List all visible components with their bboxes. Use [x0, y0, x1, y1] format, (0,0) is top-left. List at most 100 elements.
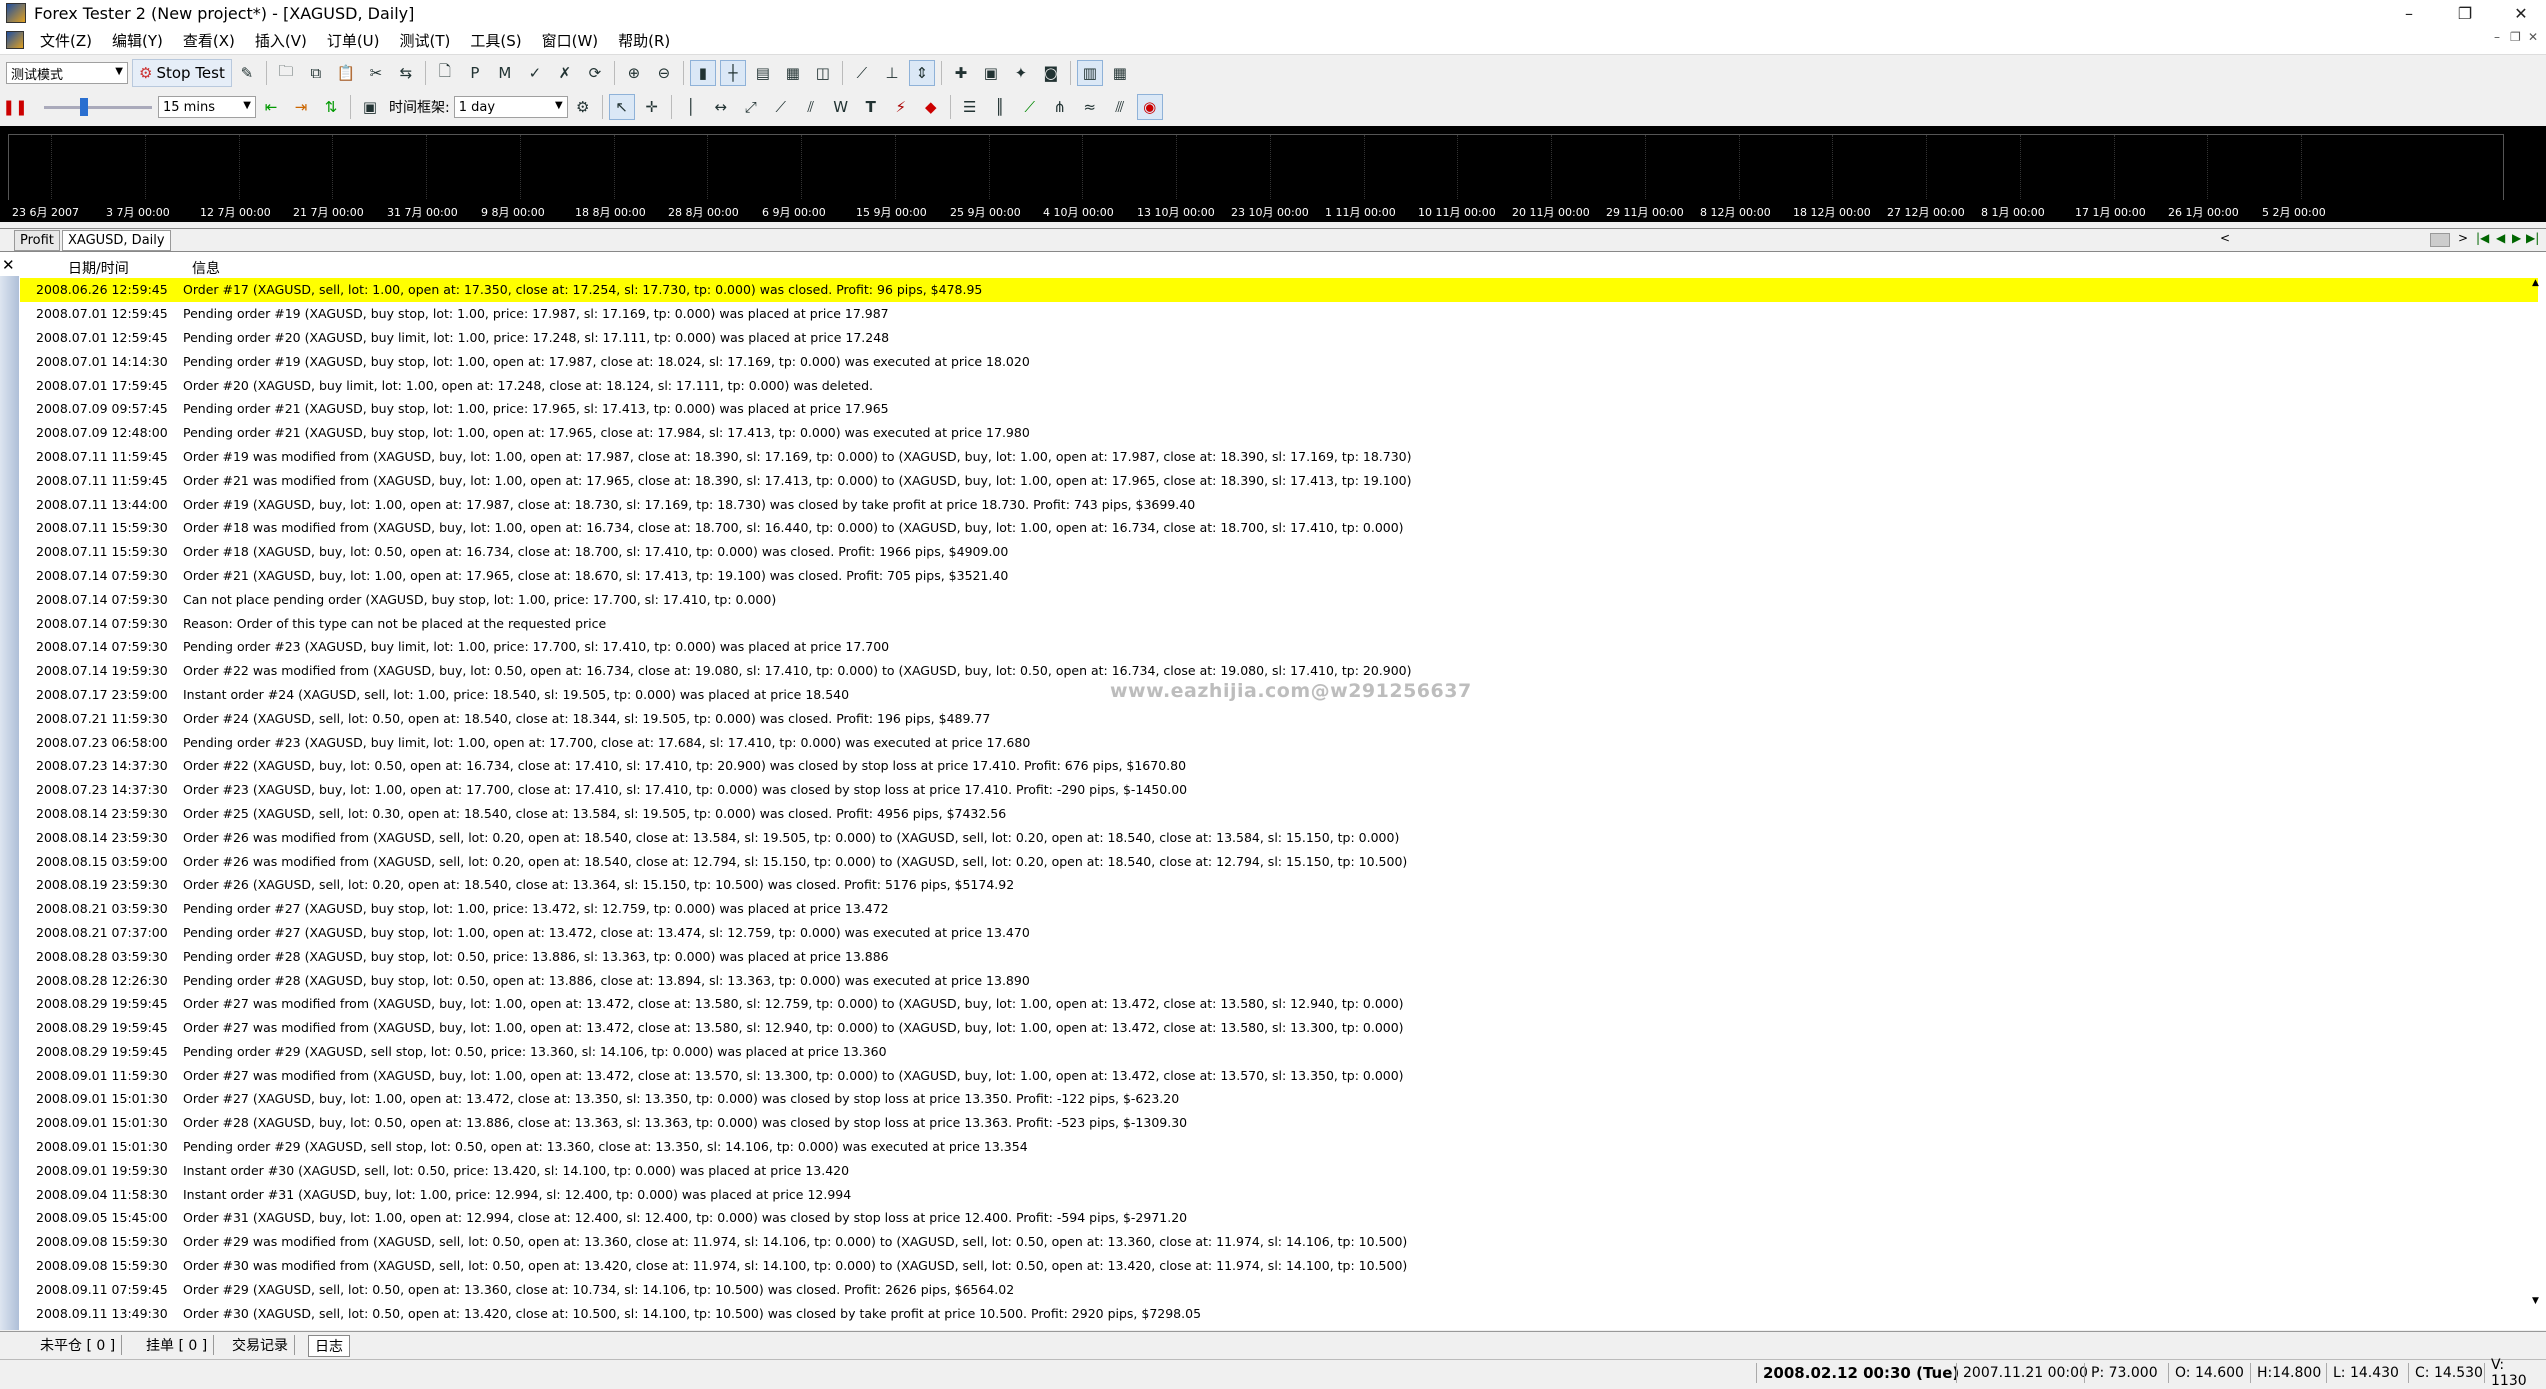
journal-row[interactable]: 2008.07.09 09:57:45 Pending order #21 (XA…: [20, 397, 2538, 421]
speed-slider-thumb[interactable]: [80, 98, 88, 116]
tab-trade-history[interactable]: 交易记录: [226, 1335, 295, 1355]
mdi-restore-button[interactable]: ❐: [2510, 30, 2521, 44]
mode-select[interactable]: 测试模式 ▼: [6, 62, 128, 84]
prev-tab-icon[interactable]: ◀: [2496, 231, 2505, 245]
refresh-icon[interactable]: ⟳: [582, 60, 608, 86]
new-document-icon[interactable]: 🗋: [432, 60, 458, 86]
bar-chart-icon[interactable]: ┼: [719, 60, 746, 86]
cursor-icon[interactable]: ↖: [608, 94, 635, 120]
journal-row[interactable]: 2008.09.01 19:59:30 Instant order #30 (XA…: [20, 1158, 2538, 1182]
print-icon[interactable]: P: [462, 60, 488, 86]
journal-row[interactable]: 2008.07.23 14:37:30 Order #23 (XAGUSD, bu…: [20, 778, 2538, 802]
settings-icon[interactable]: ⚙: [570, 94, 596, 120]
menu-help[interactable]: 帮助(R): [608, 30, 680, 51]
print-preview-icon[interactable]: M: [492, 60, 518, 86]
speed-slider[interactable]: [44, 98, 152, 116]
journal-row[interactable]: 2008.07.01 12:59:45 Pending order #20 (XA…: [20, 326, 2538, 350]
column-message[interactable]: 信息: [192, 258, 220, 278]
tab-profit[interactable]: Profit: [14, 230, 60, 251]
andrews-icon[interactable]: ≈: [1077, 94, 1103, 120]
journal-row[interactable]: 2008.07.14 07:59:30 Pending order #23 (XA…: [20, 635, 2538, 659]
journal-row[interactable]: 2008.09.05 15:45:00 Order #31 (XAGUSD, bu…: [20, 1206, 2538, 1230]
journal-row[interactable]: 2008.09.01 11:59:30 Order #27 was modifie…: [20, 1063, 2538, 1087]
move-icon[interactable]: ⇆: [393, 60, 419, 86]
screenshot-icon[interactable]: ◙: [1038, 60, 1064, 86]
regression-icon[interactable]: ⫻: [1107, 94, 1133, 120]
journal-row[interactable]: 2008.06.26 12:59:45 Order #17 (XAGUSD, se…: [20, 278, 2538, 302]
tab-journal[interactable]: 日志: [308, 1335, 350, 1357]
step-forward-icon[interactable]: ⇥: [288, 94, 314, 120]
paste-icon[interactable]: 📋: [333, 60, 359, 86]
menu-edit[interactable]: 编辑(Y): [102, 30, 173, 51]
journal-row[interactable]: 2008.08.19 23:59:30 Order #26 (XAGUSD, se…: [20, 873, 2538, 897]
journal-row[interactable]: 2008.07.23 14:37:30 Order #22 (XAGUSD, bu…: [20, 754, 2538, 778]
menu-order[interactable]: 订单(U): [317, 30, 390, 51]
journal-row[interactable]: 2008.07.09 12:48:00 Pending order #21 (XA…: [20, 421, 2538, 445]
restore-button[interactable]: ❐: [2442, 0, 2488, 26]
grid-icon[interactable]: ▦: [780, 60, 806, 86]
fibonacci-icon[interactable]: ⚡: [888, 94, 914, 120]
document-icon[interactable]: [6, 31, 24, 49]
mdi-close-button[interactable]: ✕: [2528, 30, 2538, 44]
gann-icon[interactable]: ⟋: [1017, 94, 1043, 120]
menu-tools[interactable]: 工具(S): [460, 30, 531, 51]
mdi-minimize-button[interactable]: –: [2494, 30, 2500, 44]
journal-row[interactable]: 2008.07.23 06:58:00 Pending order #23 (XA…: [20, 730, 2538, 754]
journal-row[interactable]: 2008.09.01 15:01:30 Pending order #29 (XA…: [20, 1135, 2538, 1159]
strategy-icon[interactable]: ✦: [1008, 60, 1034, 86]
chart-shift-icon[interactable]: ⊥: [879, 60, 905, 86]
menu-test[interactable]: 测试(T): [390, 30, 461, 51]
autoscroll-icon[interactable]: ⇕: [908, 60, 935, 86]
vertical-line-icon[interactable]: │: [678, 94, 704, 120]
journal-row[interactable]: 2008.08.28 03:59:30 Pending order #28 (XA…: [20, 944, 2538, 968]
vertical-lines-icon[interactable]: ║: [987, 94, 1013, 120]
copy-icon[interactable]: ⧉: [303, 60, 329, 86]
zoom-in-icon[interactable]: ⊕: [621, 60, 647, 86]
text-icon[interactable]: T: [858, 94, 884, 120]
journal-row[interactable]: 2008.09.01 15:01:30 Order #28 (XAGUSD, bu…: [20, 1111, 2538, 1135]
table-icon[interactable]: ▦: [1107, 60, 1133, 86]
journal-row[interactable]: 2008.07.11 13:44:00 Order #19 (XAGUSD, bu…: [20, 492, 2538, 516]
interval-select[interactable]: 15 mins ▼: [158, 96, 256, 118]
delete-icon[interactable]: ✗: [552, 60, 578, 86]
journal-row[interactable]: 2008.09.11 07:59:45 Order #29 (XAGUSD, se…: [20, 1277, 2538, 1301]
chart-horizontal-scrollbar[interactable]: < > |◀ ◀ ▶ ▶|: [2220, 231, 2540, 248]
journal-row[interactable]: 2008.07.01 14:14:30 Pending order #19 (XA…: [20, 349, 2538, 373]
journal-row[interactable]: 2008.09.08 15:59:30 Order #29 was modifie…: [20, 1230, 2538, 1254]
step-both-icon[interactable]: ⇅: [318, 94, 344, 120]
pitchfork-icon[interactable]: ⋔: [1047, 94, 1073, 120]
open-folder-icon[interactable]: 🗀: [273, 60, 299, 86]
templates-icon[interactable]: ▣: [978, 60, 1004, 86]
journal-row[interactable]: 2008.07.11 15:59:30 Order #18 (XAGUSD, bu…: [20, 540, 2538, 564]
add-indicator-icon[interactable]: ✚: [948, 60, 974, 86]
chart-up-icon[interactable]: ⟋: [849, 60, 875, 86]
news-icon[interactable]: ◉: [1136, 94, 1163, 120]
journal-row[interactable]: 2008.07.14 07:59:30 Reason: Order of this…: [20, 611, 2538, 635]
wave-icon[interactable]: W: [828, 94, 854, 120]
last-tab-icon[interactable]: ▶|: [2526, 231, 2539, 245]
journal-row[interactable]: 2008.07.01 17:59:45 Order #20 (XAGUSD, bu…: [20, 373, 2538, 397]
step-back-icon[interactable]: ⇤: [258, 94, 284, 120]
close-button[interactable]: ✕: [2498, 0, 2544, 26]
cut-icon[interactable]: ✂: [363, 60, 389, 86]
tab-pending-orders[interactable]: 挂单 [ 0 ]: [140, 1335, 215, 1355]
scroll-down-icon[interactable]: ▼: [2532, 1296, 2539, 1306]
crosshair-icon[interactable]: ✛: [639, 94, 665, 120]
journal-row[interactable]: 2008.09.08 15:59:30 Order #30 was modifie…: [20, 1254, 2538, 1278]
scroll-left-icon[interactable]: <: [2220, 231, 2230, 245]
stop-test-button[interactable]: ⚙ Stop Test: [132, 59, 232, 87]
journal-row[interactable]: 2008.08.21 07:37:00 Pending order #27 (XA…: [20, 921, 2538, 945]
minimize-button[interactable]: –: [2386, 0, 2432, 26]
journal-row[interactable]: 2008.07.01 12:59:45 Pending order #19 (XA…: [20, 302, 2538, 326]
journal-row[interactable]: 2008.07.14 07:59:30 Can not place pending…: [20, 587, 2538, 611]
next-tab-icon[interactable]: ▶: [2512, 231, 2521, 245]
journal-row[interactable]: 2008.08.21 03:59:30 Pending order #27 (XA…: [20, 897, 2538, 921]
column-datetime[interactable]: 日期/时间: [68, 258, 129, 278]
menu-window[interactable]: 窗口(W): [532, 30, 609, 51]
period-separator-icon[interactable]: ◫: [810, 60, 836, 86]
edit-icon[interactable]: ✎: [234, 60, 260, 86]
journal-row[interactable]: 2008.08.29 19:59:45 Order #27 was modifie…: [20, 992, 2538, 1016]
journal-row[interactable]: 2008.07.14 19:59:30 Order #22 was modifie…: [20, 659, 2538, 683]
chart-plot-area[interactable]: [8, 134, 2504, 204]
channel-icon[interactable]: ⫽: [798, 94, 824, 120]
